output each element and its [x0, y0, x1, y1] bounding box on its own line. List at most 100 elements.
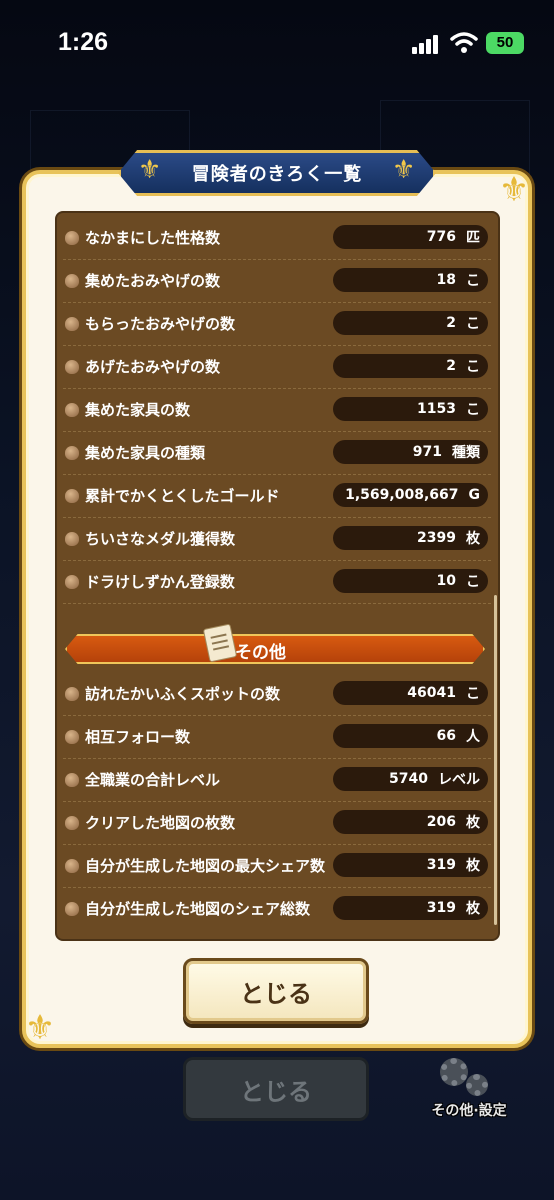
- record-label: 自分が生成した地図のシェア総数: [85, 900, 311, 918]
- section-title: その他: [235, 643, 286, 663]
- corner-ornament-icon: ⚜: [498, 170, 530, 210]
- bullet-icon: [65, 687, 79, 701]
- bullet-icon: [65, 730, 79, 744]
- record-value: 319: [426, 900, 456, 916]
- record-value: 10: [436, 573, 456, 589]
- scroll-document-icon: [202, 623, 238, 663]
- bullet-icon: [65, 403, 79, 417]
- record-value: 776: [426, 229, 456, 245]
- list-item: 集めたおみやげの数 18 こ: [57, 260, 497, 303]
- fleur-right-icon: ⚜: [392, 155, 416, 185]
- record-value: 18: [436, 272, 456, 288]
- bullet-icon: [65, 360, 79, 374]
- record-unit: 枚: [466, 858, 480, 874]
- settings-label: その他·設定: [431, 1103, 507, 1119]
- record-label: あげたおみやげの数: [85, 358, 221, 376]
- list-item: ちいさなメダル獲得数 2399 枚: [57, 518, 497, 561]
- list-item: もらったおみやげの数 2こ: [57, 303, 497, 346]
- record-label: クリアした地図の枚数: [85, 814, 236, 832]
- record-value: 66: [436, 728, 456, 744]
- record-value-box: 2399 枚: [333, 526, 488, 550]
- list-item: あげたおみやげの数 2こ: [57, 346, 497, 389]
- bullet-icon: [65, 816, 79, 830]
- list-item: 相互フォロー数 66 人: [57, 716, 497, 759]
- record-value-box: 66 人: [333, 724, 488, 748]
- bullet-icon: [65, 773, 79, 787]
- record-value: 2: [446, 358, 456, 374]
- record-unit: こ: [466, 402, 480, 418]
- record-value: 2: [446, 315, 456, 331]
- bullet-icon: [65, 274, 79, 288]
- status-bar: 1:26 50: [0, 0, 554, 80]
- list-item: 自分が生成した地図のシェア総数 319 枚: [57, 888, 497, 931]
- battery-icon: 50: [486, 32, 524, 54]
- record-value-box: 776 匹: [333, 225, 488, 249]
- status-time: 1:26: [58, 28, 109, 56]
- record-label: もらったおみやげの数: [85, 315, 236, 333]
- record-value-box: 319 枚: [333, 896, 488, 920]
- record-unit: 枚: [466, 531, 480, 547]
- record-label: 相互フォロー数: [85, 728, 191, 746]
- record-value-box: 206 枚: [333, 810, 488, 834]
- list-item: 自分が生成した地図の最大シェア数 319 枚: [57, 845, 497, 888]
- record-label: 累計でかくとくしたゴールド: [85, 487, 280, 505]
- record-value: 1153: [417, 401, 456, 417]
- bullet-icon: [65, 859, 79, 873]
- record-value: 971: [412, 444, 442, 460]
- record-value-box: 971 種類: [333, 440, 488, 464]
- list-item: クリアした地図の枚数 206 枚: [57, 802, 497, 845]
- record-unit: 枚: [466, 901, 480, 917]
- cellular-signal-icon: [412, 34, 442, 54]
- record-unit: 人: [466, 729, 480, 745]
- bullet-icon: [65, 231, 79, 245]
- bullet-icon: [65, 489, 79, 503]
- record-unit: 種類: [452, 445, 480, 461]
- gear-icon: [466, 1074, 488, 1096]
- gear-icon: [440, 1058, 468, 1086]
- bullet-icon: [65, 532, 79, 546]
- record-unit: レベル: [438, 772, 480, 788]
- record-value-box: 5740 レベル: [333, 767, 488, 791]
- record-unit: G: [468, 487, 481, 503]
- modal-title-plate: 冒険者のきろく一覧: [118, 150, 436, 196]
- record-label: ドラけしずかん登録数: [85, 573, 235, 591]
- row-divider: [63, 603, 491, 604]
- settings-button[interactable]: その他·設定: [424, 1052, 514, 1122]
- record-label: なかまにした性格数: [85, 229, 221, 247]
- record-unit: こ: [466, 574, 480, 590]
- record-unit: こ: [466, 316, 480, 332]
- bullet-icon: [65, 902, 79, 916]
- record-value-box: 2こ: [333, 311, 488, 335]
- record-value: 5740: [389, 771, 428, 787]
- record-label: 集めた家具の種類: [85, 444, 206, 462]
- record-value-box: 18 こ: [333, 268, 488, 292]
- record-label: 集めた家具の数: [85, 401, 191, 419]
- record-label: 全職業の合計レベル: [85, 771, 221, 789]
- record-label: ちいさなメダル獲得数: [85, 530, 236, 548]
- record-unit: 匹: [466, 230, 480, 246]
- record-label: 集めたおみやげの数: [85, 272, 221, 290]
- fleur-left-icon: ⚜: [138, 155, 162, 185]
- modal-title: 冒険者のきろく一覧: [191, 164, 363, 185]
- list-item: 集めた家具の種類 971 種類: [57, 432, 497, 475]
- wifi-icon: [450, 30, 478, 54]
- bullet-icon: [65, 575, 79, 589]
- records-list[interactable]: なかまにした性格数 776 匹 集めたおみやげの数 18 こ もらったおみやげの数 …: [55, 211, 500, 941]
- record-label: 訪れたかいふくスポットの数: [85, 685, 281, 703]
- record-value: 206: [426, 814, 456, 830]
- background-close-button: とじる: [183, 1057, 369, 1121]
- corner-ornament-icon: ⚜: [24, 1008, 56, 1048]
- record-value: 319: [426, 857, 456, 873]
- list-item: 累計でかくとくしたゴールド 1,569,008,667 G: [57, 475, 497, 518]
- record-value-box: 319 枚: [333, 853, 488, 877]
- record-value-box: 2こ: [333, 354, 488, 378]
- close-button[interactable]: とじる: [183, 958, 369, 1024]
- list-item: なかまにした性格数 776 匹: [57, 217, 497, 260]
- record-value: 2399: [417, 530, 456, 546]
- record-value-box: 1,569,008,667 G: [333, 483, 488, 507]
- bullet-icon: [65, 446, 79, 460]
- record-value-box: 1153 こ: [333, 397, 488, 421]
- record-value-box: 10 こ: [333, 569, 488, 593]
- record-unit: 枚: [466, 815, 480, 831]
- bullet-icon: [65, 317, 79, 331]
